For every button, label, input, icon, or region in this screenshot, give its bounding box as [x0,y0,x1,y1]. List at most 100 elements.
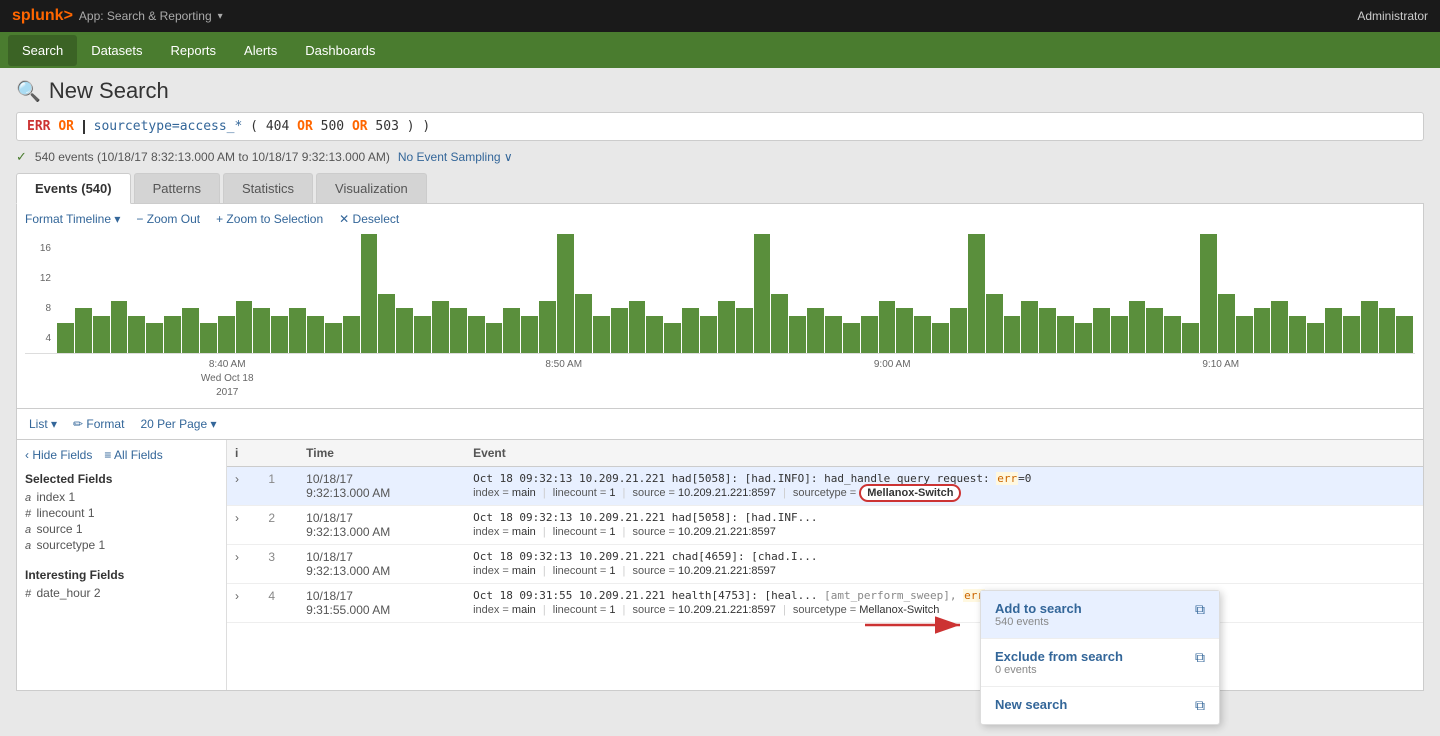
popup-new-ext-icon[interactable]: ⧉ [1195,697,1205,714]
zoom-selection-btn[interactable]: + Zoom to Selection [216,212,323,226]
row-icon-3[interactable]: › [227,545,260,584]
nav-reports[interactable]: Reports [157,35,231,66]
field-prefix-date-hour: # [25,588,31,600]
field-date-hour[interactable]: # date_hour 2 [25,586,218,600]
page-title: 🔍 New Search [16,78,169,104]
tab-events[interactable]: Events (540) [16,173,131,204]
chart-bar [200,323,217,353]
y-axis: 4 8 12 16 [25,234,55,353]
chart-bar [57,323,74,353]
table-row: › 4 10/18/179:31:55.000 AM Oct 18 09:31:… [227,584,1423,623]
selected-fields-title: Selected Fields [25,472,218,486]
sampling-link[interactable]: No Event Sampling ∨ [398,150,513,164]
sampling-label: No Event Sampling [398,150,501,164]
field-sourcetype[interactable]: a sourcetype 1 [25,538,218,552]
nav-dashboards[interactable]: Dashboards [291,35,389,66]
popup-add-ext-icon[interactable]: ⧉ [1195,601,1205,618]
field-prefix-source: a [25,524,31,536]
field-linecount[interactable]: # linecount 1 [25,506,218,520]
row-icon-4[interactable]: › [227,584,260,623]
sidebar-header: ‹ Hide Fields ≡ All Fields [25,448,218,462]
chart-bar [1004,316,1021,353]
chart-bar [128,316,145,353]
status-check-icon: ✓ [16,149,27,165]
splunk-logo[interactable]: splunk> [12,7,73,25]
chart-bar [111,301,128,353]
chart-bar [432,301,449,353]
chart-bar [896,308,913,353]
sourcetype-highlight[interactable]: Mellanox-Switch [859,484,961,502]
row-icon-1[interactable]: › [227,467,260,506]
popup-add-to-search[interactable]: Add to search 540 events ⧉ [981,591,1219,639]
tab-patterns[interactable]: Patterns [134,173,220,203]
chart-bar [1271,301,1288,353]
zoom-out-btn[interactable]: − Zoom Out [136,212,200,226]
chart-bar [378,294,395,354]
status-bar: ✓ 540 events (10/18/17 8:32:13.000 AM to… [16,149,1424,165]
table-row: › 2 10/18/179:32:13.000 AM Oct 18 09:32:… [227,506,1423,545]
tab-visualization[interactable]: Visualization [316,173,427,203]
all-fields-btn[interactable]: ≡ All Fields [104,448,162,462]
deselect-btn[interactable]: ✕ Deselect [339,212,399,226]
field-source[interactable]: a source 1 [25,522,218,536]
chart-bar [1307,323,1324,353]
arrow-svg [860,610,980,640]
chart-bar [1361,301,1378,353]
chart-bar [718,301,735,353]
chart-bar [1057,316,1074,353]
chart-bar [682,308,699,353]
kw-paren2: ) ) [407,119,430,134]
nav-search[interactable]: Search [8,35,77,66]
field-name-source: source [36,522,72,536]
chart-bar [271,316,288,353]
field-name-sourcetype: sourcetype [36,538,95,552]
format-btn[interactable]: ✏ Format [73,417,124,431]
x-label-840: 8:40 AMWed Oct 182017 [201,358,254,400]
row-num-1: 1 [260,467,298,506]
chart-bar [575,294,592,354]
chart-bar [1325,308,1342,353]
chart-bar [253,308,270,353]
chart-bar [486,323,503,353]
popup-new-search[interactable]: New search ⧉ [981,687,1219,724]
field-index[interactable]: a index 1 [25,490,218,504]
y-label-8: 8 [25,303,55,314]
nav-datasets[interactable]: Datasets [77,35,156,66]
interesting-fields-title: Interesting Fields [25,568,218,582]
row-event-3: Oct 18 09:32:13 10.209.21.221 chad[4659]… [465,545,1423,584]
event-text-2: Oct 18 09:32:13 10.209.21.221 had[5058]:… [473,511,1415,524]
list-btn[interactable]: List ▾ [29,417,57,431]
chart-bar [1289,316,1306,353]
chart-bar [343,316,360,353]
field-name-linecount: linecount [36,506,84,520]
popup-exclude-ext-icon[interactable]: ⧉ [1195,649,1205,666]
admin-label[interactable]: Administrator [1357,9,1428,23]
kw-paren1: ( [250,119,266,134]
popup-exclude-from-search[interactable]: Exclude from search 0 events ⧉ [981,639,1219,687]
chart-bar [182,308,199,353]
search-icon-large: 🔍 [16,79,41,104]
y-label-12: 12 [25,273,55,284]
app-label: App: Search & Reporting [79,9,212,23]
search-bar[interactable]: ERR OR sourcetype=access_* ( 404 OR 500 … [16,112,1424,141]
chart-bar [396,308,413,353]
nav-alerts[interactable]: Alerts [230,35,291,66]
search-query[interactable]: ERR OR sourcetype=access_* ( 404 OR 500 … [27,119,430,134]
kw-404: 404 [266,119,289,134]
table-row: › 1 10/18/179:32:13.000 AM Oct 18 09:32:… [227,467,1423,506]
tab-statistics[interactable]: Statistics [223,173,313,203]
chart-bar [503,308,520,353]
chart-bar [611,308,628,353]
chart-bar [521,316,538,353]
chart-bar [1146,308,1163,353]
hide-fields-btn[interactable]: ‹ Hide Fields [25,448,92,462]
popup-add-title: Add to search [995,601,1082,616]
format-timeline-btn[interactable]: Format Timeline ▾ [25,212,120,226]
chart-bar [1129,301,1146,353]
top-bar: splunk> App: Search & Reporting ▾ Admini… [0,0,1440,32]
per-page-btn[interactable]: 20 Per Page ▾ [140,417,216,431]
chart-bar [825,316,842,353]
chart-bar [93,316,110,353]
row-icon-2[interactable]: › [227,506,260,545]
app-dropdown-icon[interactable]: ▾ [218,11,223,22]
